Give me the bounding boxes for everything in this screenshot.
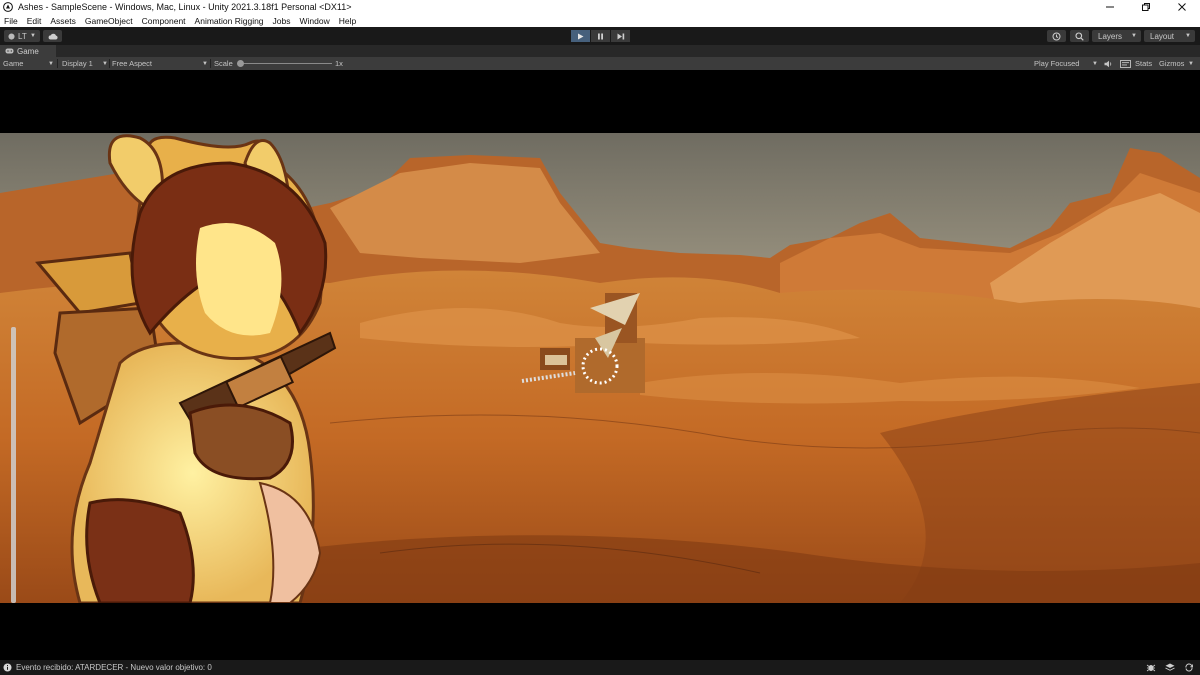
status-bar: Evento recibido: ATARDECER - Nuevo valor…: [0, 660, 1200, 675]
view-select[interactable]: Game ▼: [3, 57, 56, 70]
chevron-down-icon: ▼: [30, 33, 36, 39]
chevron-down-icon: ▼: [48, 60, 54, 67]
menu-bar: File Edit Assets GameObject Component An…: [0, 14, 1200, 27]
menu-animation-rigging[interactable]: Animation Rigging: [195, 16, 264, 26]
play-mode-label: Play Focused: [1034, 59, 1080, 68]
cloud-button[interactable]: [43, 30, 62, 42]
scale-label: Scale: [214, 59, 233, 68]
play-button[interactable]: [571, 30, 590, 42]
display-select-label: Display 1: [62, 59, 93, 68]
chevron-down-icon: ▼: [1185, 33, 1191, 39]
speaker-icon: [1104, 60, 1112, 67]
chevron-down-icon: ▼: [1188, 60, 1194, 67]
divider: [109, 59, 110, 68]
gizmos-button[interactable]: Gizmos: [1159, 57, 1184, 70]
menu-window[interactable]: Window: [300, 16, 330, 26]
title-bar: Ashes - SampleScene - Windows, Mac, Linu…: [0, 0, 1200, 14]
tab-row: Game: [0, 45, 1200, 57]
game-viewport[interactable]: [0, 70, 1200, 660]
chevron-down-icon: ▼: [1131, 33, 1137, 39]
tab-game-label: Game: [17, 46, 39, 56]
pause-icon: [598, 33, 603, 39]
menu-edit[interactable]: Edit: [27, 16, 42, 26]
menu-file[interactable]: File: [4, 16, 18, 26]
toggle-stats-icon-button[interactable]: [1120, 57, 1131, 70]
minimize-icon[interactable]: [1092, 0, 1128, 14]
divider: [210, 59, 211, 68]
menu-help[interactable]: Help: [339, 16, 356, 26]
step-icon: [617, 33, 624, 39]
account-label: LT: [18, 31, 27, 41]
layout-label: Layout: [1150, 31, 1175, 41]
account-icon: [8, 32, 15, 40]
pause-button[interactable]: [591, 30, 610, 42]
info-icon: [3, 663, 12, 672]
mute-audio-button[interactable]: [1104, 57, 1113, 70]
history-icon: [1052, 32, 1061, 40]
unity-logo-icon: [3, 2, 13, 12]
gamepad-icon: [5, 48, 14, 54]
status-message[interactable]: Evento recibido: ATARDECER - Nuevo valor…: [16, 663, 212, 672]
chevron-down-icon: ▼: [1092, 60, 1098, 67]
menu-assets[interactable]: Assets: [50, 16, 76, 26]
layers-stack-icon[interactable]: [1165, 663, 1175, 672]
tab-game[interactable]: Game: [0, 45, 56, 57]
cloud-icon: [48, 33, 58, 39]
menu-jobs[interactable]: Jobs: [273, 16, 291, 26]
search-button[interactable]: [1070, 30, 1089, 42]
scale-value: 1x: [335, 59, 343, 68]
close-icon[interactable]: [1164, 0, 1200, 14]
chevron-down-icon: ▼: [102, 60, 108, 67]
unity-editor-window: Ashes - SampleScene - Windows, Mac, Linu…: [0, 0, 1200, 675]
game-render[interactable]: [0, 133, 1200, 603]
play-mode-select[interactable]: Play Focused ▼: [1034, 57, 1098, 70]
layers-dropdown[interactable]: Layers ▼: [1092, 30, 1141, 42]
scale-slider-track[interactable]: [238, 63, 332, 64]
aspect-select-label: Free Aspect: [112, 59, 153, 68]
chevron-down-icon: ▼: [202, 60, 208, 67]
aspect-select[interactable]: Free Aspect ▼: [112, 57, 208, 70]
play-icon: [578, 33, 584, 39]
vertical-slider[interactable]: [11, 327, 16, 603]
menu-gameobject[interactable]: GameObject: [85, 16, 133, 26]
game-view-toolbar: Game ▼ Display 1 ▼ Free Aspect ▼ Scale 1…: [0, 57, 1200, 70]
stats-button[interactable]: Stats: [1135, 57, 1152, 70]
layout-dropdown[interactable]: Layout ▼: [1144, 30, 1195, 42]
gizmos-dropdown[interactable]: ▼: [1188, 57, 1194, 70]
view-select-label: Game: [3, 59, 24, 68]
history-button[interactable]: [1047, 30, 1066, 42]
display-select[interactable]: Display 1 ▼: [62, 57, 108, 70]
account-dropdown[interactable]: LT ▼: [4, 30, 40, 42]
bug-icon[interactable]: [1146, 663, 1156, 672]
search-icon: [1075, 31, 1084, 41]
sync-icon[interactable]: [1184, 663, 1194, 672]
main-toolbar: LT ▼ Layers ▼ Layout ▼: [0, 27, 1200, 45]
scale-slider-handle[interactable]: [237, 60, 244, 67]
divider: [57, 59, 58, 68]
monitor-icon: [1120, 59, 1131, 68]
window-title: Ashes - SampleScene - Windows, Mac, Linu…: [18, 2, 352, 12]
menu-component[interactable]: Component: [142, 16, 186, 26]
play-controls: [571, 30, 631, 42]
step-button[interactable]: [611, 30, 630, 42]
layers-label: Layers: [1098, 31, 1123, 41]
restore-icon[interactable]: [1128, 0, 1164, 14]
